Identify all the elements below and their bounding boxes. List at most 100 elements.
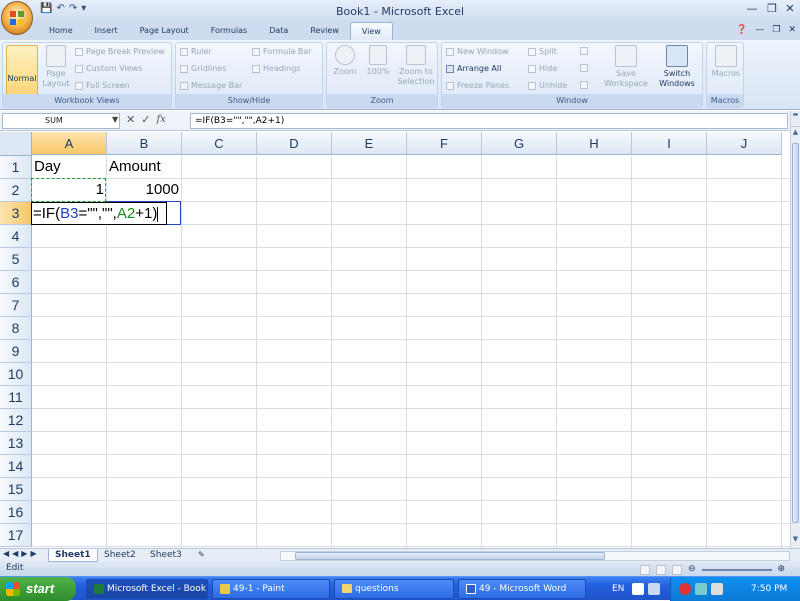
- row-header-15[interactable]: 15: [0, 478, 32, 501]
- headings-checkbox[interactable]: Headings: [252, 64, 300, 73]
- zoom-slider[interactable]: [701, 568, 772, 571]
- column-header-b[interactable]: B: [107, 132, 182, 155]
- page-break-preview-button[interactable]: Page Break Preview: [75, 47, 165, 56]
- tab-page-layout[interactable]: Page Layout: [129, 22, 200, 40]
- formula-bar-checkbox[interactable]: Formula Bar: [252, 47, 312, 56]
- page-break-view-icon[interactable]: [672, 564, 682, 575]
- row-header-9[interactable]: 9: [0, 340, 32, 363]
- row-header-5[interactable]: 5: [0, 248, 32, 271]
- office-button[interactable]: [1, 1, 33, 35]
- scroll-down-icon[interactable]: ▼: [791, 535, 800, 547]
- scroll-up-icon[interactable]: ▲: [791, 128, 800, 140]
- tab-review[interactable]: Review: [299, 22, 350, 40]
- column-header-e[interactable]: E: [332, 132, 407, 155]
- tab-data[interactable]: Data: [258, 22, 299, 40]
- sheet-tab-sheet2[interactable]: Sheet2: [98, 549, 142, 562]
- cell-a1[interactable]: Day: [34, 155, 61, 178]
- zoom-button[interactable]: Zoom: [330, 45, 360, 77]
- normal-view-icon[interactable]: [640, 564, 650, 575]
- sheet-nav-arrows-icon[interactable]: ◀◀▶▶: [3, 549, 40, 558]
- view-side-by-side-icon[interactable]: [580, 47, 588, 55]
- close-workbook-icon[interactable]: ✕: [788, 25, 796, 35]
- row-header-6[interactable]: 6: [0, 271, 32, 294]
- cell-a3-editor[interactable]: =IF(B3="","",A2+1): [31, 202, 167, 225]
- row-header-10[interactable]: 10: [0, 363, 32, 386]
- network-icon[interactable]: [695, 583, 707, 595]
- tab-view[interactable]: View: [349, 22, 393, 40]
- row-header-13[interactable]: 13: [0, 432, 32, 455]
- help-icon[interactable]: ❓: [736, 25, 747, 35]
- tab-home[interactable]: Home: [38, 22, 84, 40]
- vertical-scrollbar[interactable]: ▬ ▲ ▼: [790, 111, 800, 548]
- volume-icon[interactable]: [711, 583, 723, 595]
- zoom-in-icon[interactable]: ⊕: [778, 563, 786, 576]
- restore-icon[interactable]: ❐: [764, 2, 780, 16]
- row-header-14[interactable]: 14: [0, 455, 32, 478]
- column-header-d[interactable]: D: [257, 132, 332, 155]
- select-all-corner[interactable]: [0, 132, 32, 156]
- tab-insert[interactable]: Insert: [84, 22, 129, 40]
- sheet-tab-sheet3[interactable]: Sheet3: [144, 549, 188, 562]
- insert-function-icon[interactable]: fx: [156, 114, 165, 125]
- row-header-7[interactable]: 7: [0, 294, 32, 317]
- taskbar-item-excel[interactable]: Microsoft Excel - Book1: [86, 579, 208, 599]
- hscroll-thumb[interactable]: [295, 552, 605, 560]
- taskbar-item-questions[interactable]: questions: [334, 579, 454, 599]
- unhide-button[interactable]: Unhide: [528, 81, 567, 90]
- row-header-3[interactable]: 3: [0, 202, 32, 225]
- start-button[interactable]: start: [0, 577, 76, 601]
- cell-b2[interactable]: 1000: [107, 178, 179, 201]
- hide-button[interactable]: Hide: [528, 64, 557, 73]
- row-header-8[interactable]: 8: [0, 317, 32, 340]
- help-tray-icon[interactable]: [632, 583, 644, 595]
- new-window-button[interactable]: New Window: [446, 47, 509, 56]
- reset-window-position-icon[interactable]: [580, 81, 588, 89]
- minimize-workbook-icon[interactable]: —: [755, 25, 764, 35]
- scroll-thumb[interactable]: [792, 143, 799, 523]
- cell-b1[interactable]: Amount: [109, 155, 161, 178]
- insert-sheet-icon[interactable]: ✎: [192, 549, 211, 562]
- column-header-i[interactable]: I: [632, 132, 707, 155]
- full-screen-button[interactable]: Full Screen: [75, 81, 130, 90]
- arrange-all-button[interactable]: Arrange All: [446, 64, 501, 73]
- column-header-j[interactable]: J: [707, 132, 782, 155]
- cancel-icon[interactable]: ✕: [126, 113, 135, 126]
- page-layout-view-button[interactable]: Page Layout: [40, 45, 72, 89]
- freeze-panes-button[interactable]: Freeze Panes: [446, 81, 509, 90]
- column-header-c[interactable]: C: [182, 132, 257, 155]
- taskbar-item-word[interactable]: 49 - Microsoft Word: [458, 579, 586, 599]
- column-header-f[interactable]: F: [407, 132, 482, 155]
- row-header-2[interactable]: 2: [0, 179, 32, 202]
- column-header-h[interactable]: H: [557, 132, 632, 155]
- enter-icon[interactable]: ✓: [141, 113, 150, 126]
- restore-workbook-icon[interactable]: ❐: [772, 25, 780, 35]
- row-header-12[interactable]: 12: [0, 409, 32, 432]
- minimize-icon[interactable]: —: [744, 2, 760, 16]
- formula-input[interactable]: =IF(B3="","",A2+1): [190, 113, 788, 129]
- normal-view-button[interactable]: Normal: [6, 45, 38, 95]
- macros-button[interactable]: Macros: [710, 45, 742, 79]
- split-box-icon[interactable]: ▬: [791, 111, 800, 127]
- gridlines-checkbox[interactable]: Gridlines: [180, 64, 226, 73]
- column-header-a[interactable]: A: [32, 132, 107, 155]
- tab-formulas[interactable]: Formulas: [200, 22, 259, 40]
- custom-views-button[interactable]: Custom Views: [75, 64, 142, 73]
- name-box[interactable]: SUM: [2, 113, 120, 129]
- cell-a2[interactable]: 1: [32, 178, 104, 201]
- row-header-1[interactable]: 1: [0, 156, 32, 179]
- page-layout-view-icon[interactable]: [656, 564, 666, 575]
- row-header-16[interactable]: 16: [0, 501, 32, 524]
- save-workspace-button[interactable]: Save Workspace: [602, 45, 650, 89]
- switch-windows-button[interactable]: Switch Windows: [652, 45, 702, 89]
- row-header-4[interactable]: 4: [0, 225, 32, 248]
- tray-app-icon[interactable]: [648, 583, 660, 595]
- synchronous-scrolling-icon[interactable]: [580, 64, 588, 72]
- message-bar-checkbox[interactable]: Message Bar: [180, 81, 242, 90]
- zoom-out-icon[interactable]: ⊖: [688, 563, 696, 576]
- language-indicator[interactable]: EN: [612, 577, 624, 601]
- split-button[interactable]: Split: [528, 47, 557, 56]
- close-icon[interactable]: ✕: [782, 2, 798, 16]
- row-header-11[interactable]: 11: [0, 386, 32, 409]
- clock[interactable]: 7:50 PM: [751, 577, 787, 601]
- sheet-tab-sheet1[interactable]: Sheet1: [48, 549, 98, 562]
